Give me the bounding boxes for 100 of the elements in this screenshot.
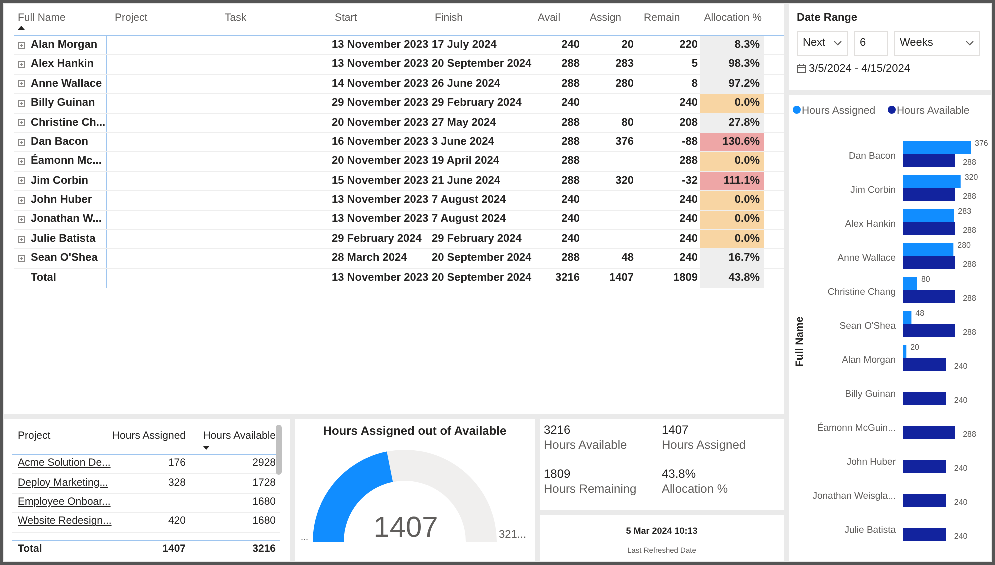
category-label: Billy Guinan [845, 389, 896, 400]
data-label: 80 [921, 275, 930, 284]
kpi-value: 1809 [544, 466, 572, 482]
table-cell-text: 80 [622, 116, 634, 130]
data-label: 240 [954, 396, 968, 405]
person-name: Jim Corbin [31, 174, 88, 189]
table-cell-text: 288 [562, 116, 580, 130]
table-cell-text: 20 November 2023 [332, 154, 429, 170]
table-cell-text: 20 September 2024 [432, 57, 532, 72]
table-cell-text: 2928 [252, 456, 276, 472]
table-cell-text: 16 November 2023 [332, 134, 429, 150]
kpi-label: Allocation % [662, 482, 730, 496]
bar[interactable] [903, 277, 918, 290]
expand-icon[interactable] [18, 119, 25, 126]
table-cell-text: 288 [680, 154, 698, 170]
person-name: John Huber [31, 193, 92, 208]
bar[interactable] [903, 345, 907, 358]
expand-icon[interactable] [18, 138, 25, 146]
expand-icon[interactable] [18, 254, 25, 262]
table-cell-text: 1680 [252, 514, 276, 530]
table-cell-text: 220 [680, 38, 698, 53]
allocation-cell: 0.0% [700, 94, 764, 113]
column-header[interactable]: Project [18, 429, 108, 445]
gauge-max-label: 321... [499, 528, 527, 543]
table-cell-text: 29 November 2023 [332, 96, 429, 112]
axis-title: Full Name [794, 316, 806, 367]
table-cell-text: 240 [562, 96, 580, 112]
category-label: Sean O'Shea [840, 321, 896, 332]
data-label: 376 [975, 139, 988, 148]
data-label: 280 [958, 241, 971, 250]
data-label: 288 [963, 158, 976, 167]
table-cell-text: 29 February 2024 [432, 96, 522, 112]
project-link[interactable]: Employee Onboar... [18, 496, 111, 508]
table-cell-text: 3216 [252, 542, 276, 558]
category-label: Julie Batista [844, 525, 896, 536]
column-header[interactable]: Finish [435, 12, 530, 25]
table-cell-text: 14 November 2023 [332, 76, 429, 92]
table-cell-text: 283 [616, 57, 634, 72]
refresh-date: 5 Mar 2024 10:13 [626, 525, 698, 538]
expand-icon[interactable] [18, 100, 25, 107]
allocation-cell: 8.3% [700, 36, 764, 54]
table-cell-text: 3 June 2024 [432, 134, 494, 150]
data-label: 288 [963, 226, 976, 235]
table-cell-text: 3216 [556, 271, 580, 286]
unit-dropdown[interactable]: Weeks [894, 30, 980, 56]
expand-icon[interactable] [18, 158, 25, 166]
allocation-cell: 0.0% [700, 210, 764, 229]
table-cell-text: 240 [680, 193, 698, 208]
expand-icon[interactable] [18, 80, 25, 88]
data-label: 240 [954, 362, 968, 371]
data-label: 288 [963, 260, 976, 269]
table-cell-text: 240 [562, 38, 580, 53]
project-link[interactable]: Acme Solution De... [18, 457, 111, 470]
column-header[interactable]: Task [225, 12, 327, 25]
table-cell-text: 288 [562, 76, 580, 92]
column-header[interactable]: Remain [644, 12, 700, 25]
expand-icon[interactable] [18, 177, 25, 184]
person-name: Julie Batista [31, 232, 96, 247]
table-cell-text: 240 [680, 232, 698, 247]
table-cell-text: 13 November 2023 [332, 57, 429, 72]
table-cell-text: 17 July 2024 [432, 38, 497, 53]
legend-label: Hours Assigned [802, 105, 876, 117]
legend-label: Hours Available [897, 105, 970, 117]
relative-dropdown[interactable]: Next [797, 30, 848, 56]
table-cell-text: 1680 [252, 495, 276, 510]
allocation-cell: 98.3% [700, 55, 764, 74]
project-link[interactable]: Website Redesign... [18, 515, 112, 528]
table-cell-text: 240 [562, 232, 580, 247]
table-cell-text: 20 November 2023 [332, 116, 429, 130]
table-cell-text: 288 [562, 154, 580, 170]
table-cell-text: 29 February 2024 [432, 232, 522, 247]
bar[interactable] [903, 311, 912, 324]
column-header[interactable]: Start [335, 12, 427, 25]
expand-icon[interactable] [18, 236, 25, 243]
data-label: 20 [910, 343, 920, 352]
expand-icon[interactable] [18, 196, 25, 204]
category-label: Alan Morgan [842, 355, 896, 366]
table-cell-text: 20 September 2024 [432, 271, 532, 286]
table-cell-text: 1407 [610, 271, 634, 286]
column-header[interactable]: Hours Available [203, 429, 276, 445]
column-header[interactable]: Allocation % [704, 12, 762, 25]
column-header[interactable]: Avail [538, 12, 582, 25]
expand-icon[interactable] [18, 61, 25, 68]
scrollbar-thumb[interactable] [276, 425, 282, 475]
table-cell-text: 5 [692, 57, 698, 72]
project-link[interactable]: Deploy Marketing... [18, 476, 108, 489]
table-cell-text: 288 [562, 57, 580, 72]
table-cell-text: 176 [168, 456, 186, 472]
table-cell-text: 28 March 2024 [332, 251, 408, 266]
column-header[interactable]: Full Name [18, 12, 107, 25]
kpi-label: Hours Available [544, 438, 628, 453]
table-cell-text: -32 [682, 174, 698, 189]
category-label: Éamonn McGuin... [817, 423, 896, 434]
column-header[interactable]: Project [115, 12, 217, 25]
column-header[interactable]: Assign [590, 12, 636, 25]
count-field[interactable]: 6 [854, 30, 888, 56]
kpi-label: Hours Remaining [544, 482, 638, 496]
expand-icon[interactable] [18, 42, 25, 49]
expand-icon[interactable] [18, 216, 25, 224]
column-header[interactable]: Hours Assigned [112, 429, 186, 445]
